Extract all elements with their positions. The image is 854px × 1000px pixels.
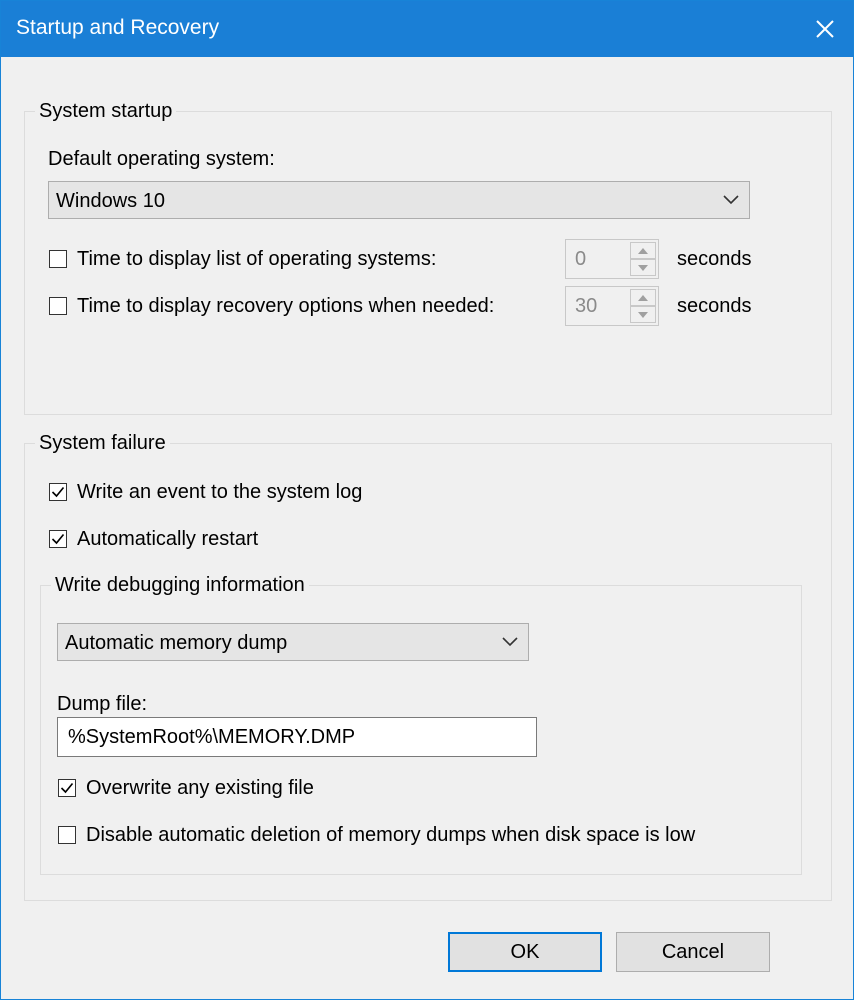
auto-restart-checkbox[interactable] [49,530,67,548]
dump-file-input[interactable] [58,718,536,756]
default-os-value: Windows 10 [56,190,165,212]
ok-button[interactable]: OK [448,932,602,972]
chevron-down-icon [723,195,739,205]
checkmark-icon [60,782,74,794]
auto-restart-label: Automatically restart [77,528,259,550]
default-os-label: Default operating system: [48,148,275,170]
title-bar[interactable]: Startup and Recovery [1,1,853,57]
time-list-spin-down[interactable] [630,259,656,276]
dump-type-dropdown[interactable]: Automatic memory dump [57,623,529,661]
time-list-checkbox[interactable] [49,250,67,268]
time-list-label: Time to display list of operating system… [77,248,437,270]
overwrite-checkbox[interactable] [58,779,76,797]
debug-info-group-label: Write debugging information [51,572,309,598]
time-recovery-unit: seconds [677,295,752,317]
startup-recovery-dialog: Startup and Recovery System startup Defa… [0,0,854,1000]
spin-up-icon [638,294,648,301]
time-list-unit: seconds [677,248,752,270]
dump-type-value: Automatic memory dump [65,632,288,654]
spin-up-icon [638,247,648,254]
spin-down-icon [638,311,648,318]
disable-deletion-checkbox[interactable] [58,826,76,844]
overwrite-label: Overwrite any existing file [86,777,314,799]
checkmark-icon [51,533,65,545]
dump-file-label: Dump file: [57,693,148,715]
time-list-value: 0 [575,248,587,270]
window-title: Startup and Recovery [16,16,220,39]
time-recovery-spinner[interactable]: 30 [565,286,659,326]
close-icon [816,20,834,38]
time-recovery-label: Time to display recovery options when ne… [77,295,495,317]
dump-file-field [57,717,537,757]
spin-down-icon [638,264,648,271]
cancel-button[interactable]: Cancel [616,932,770,972]
system-failure-group-label: System failure [35,430,170,456]
chevron-down-icon [502,637,518,647]
disable-deletion-label: Disable automatic deletion of memory dum… [86,824,696,846]
write-event-label: Write an event to the system log [77,481,363,503]
system-startup-group-label: System startup [35,98,177,124]
time-list-spinner[interactable]: 0 [565,239,659,279]
default-os-dropdown[interactable]: Windows 10 [48,181,750,219]
checkmark-icon [51,486,65,498]
time-recovery-spin-down[interactable] [630,306,656,323]
time-list-spin-up[interactable] [630,242,656,259]
write-event-checkbox[interactable] [49,483,67,501]
close-button[interactable] [797,1,853,57]
time-recovery-checkbox[interactable] [49,297,67,315]
time-recovery-spin-up[interactable] [630,289,656,306]
time-recovery-value: 30 [575,295,598,317]
